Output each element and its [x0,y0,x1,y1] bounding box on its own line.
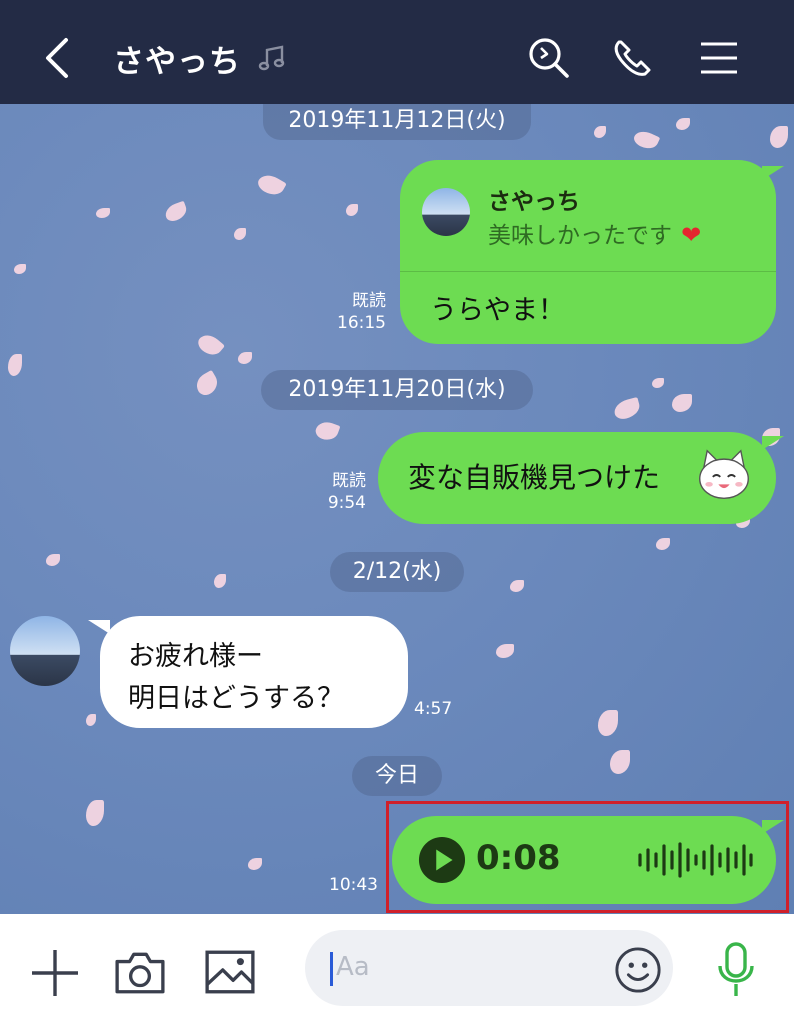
heart-icon: ❤ [681,221,702,249]
message-meta: 既読 9:54 [300,470,366,514]
chat-area[interactable]: 2019年11月12日(火) 2019年11月20日(水) 2/12(水) 今日… [0,104,794,914]
reply-divider [400,271,776,272]
petal-decoration [46,554,60,566]
highlight-box [386,801,789,913]
petal-decoration [234,228,246,240]
phone-icon[interactable] [611,36,655,80]
petal-decoration [162,200,190,224]
mic-icon[interactable] [716,942,756,998]
petal-decoration [346,204,358,216]
reply-quoted-text: 美味しかったです [488,223,672,249]
petal-decoration [676,118,690,130]
message-text: 変な自販機見つけた [408,461,661,494]
message-input-placeholder: Aa [336,952,370,982]
petal-decoration [672,394,692,412]
petal-decoration [96,208,110,218]
petal-decoration [496,644,514,658]
reply-quoted-row: 美味しかったです ❤ [488,216,701,250]
petal-decoration [248,858,262,870]
petal-decoration [510,580,524,592]
emoji-icon[interactable] [614,946,662,994]
message-line: お疲れ様ー [128,641,263,672]
camera-icon[interactable] [114,949,166,995]
petal-decoration [598,710,618,736]
petal-decoration [313,418,341,444]
petal-decoration [652,378,664,388]
petal-decoration [14,264,26,274]
search-icon[interactable] [527,36,571,80]
message-time: 4:57 [414,699,453,719]
contact-avatar[interactable] [10,616,80,686]
bubble-tail [762,166,784,180]
reply-sender-name: さやっち [488,189,580,215]
image-icon[interactable] [204,949,256,995]
text-cursor [330,952,333,986]
petal-decoration [594,126,606,138]
petal-decoration [86,800,104,826]
date-separator: 2019年11月12日(火) [263,104,531,140]
date-separator: 2019年11月20日(水) [261,370,533,410]
message-time: 9:54 [327,493,366,513]
cat-face-icon [699,449,749,500]
menu-icon[interactable] [699,36,739,80]
read-receipt: 既読 [352,291,386,311]
back-arrow-icon[interactable] [40,36,80,80]
petal-decoration [656,538,670,550]
date-separator: 2/12(水) [330,552,464,592]
message-meta: 既読 16:15 [320,290,386,334]
petal-decoration [770,126,788,148]
chat-title: さやっち [113,44,241,80]
date-separator: 今日 [352,756,442,796]
chat-header: さやっち [0,0,794,104]
message-text: うらやま！ [430,295,565,326]
petal-decoration [612,396,642,422]
petal-decoration [610,750,630,774]
message-bubble[interactable]: 変な自販機見つけた [378,432,776,524]
message-time: 16:15 [337,313,386,333]
petal-decoration [195,330,225,360]
reply-avatar [422,188,470,236]
petal-decoration [86,714,96,726]
plus-icon[interactable] [30,948,80,998]
petal-decoration [192,369,222,399]
read-receipt: 既読 [332,471,366,491]
incoming-message-bubble[interactable]: お疲れ様ー 明日はどうする？ [100,616,408,728]
message-text-row: 変な自販機見つけた [408,456,660,496]
message-time: 10:43 [329,875,378,895]
petal-decoration [238,352,252,364]
petal-decoration [255,170,287,200]
petal-decoration [214,574,226,588]
reply-message-bubble[interactable]: さやっち 美味しかったです ❤ うらやま！ [400,160,776,344]
bubble-tail [88,620,110,634]
bubble-tail [762,436,784,450]
music-note-icon[interactable] [258,44,288,74]
petal-decoration [631,127,661,153]
message-line: 明日はどうする？ [128,683,344,714]
petal-decoration [8,354,22,376]
